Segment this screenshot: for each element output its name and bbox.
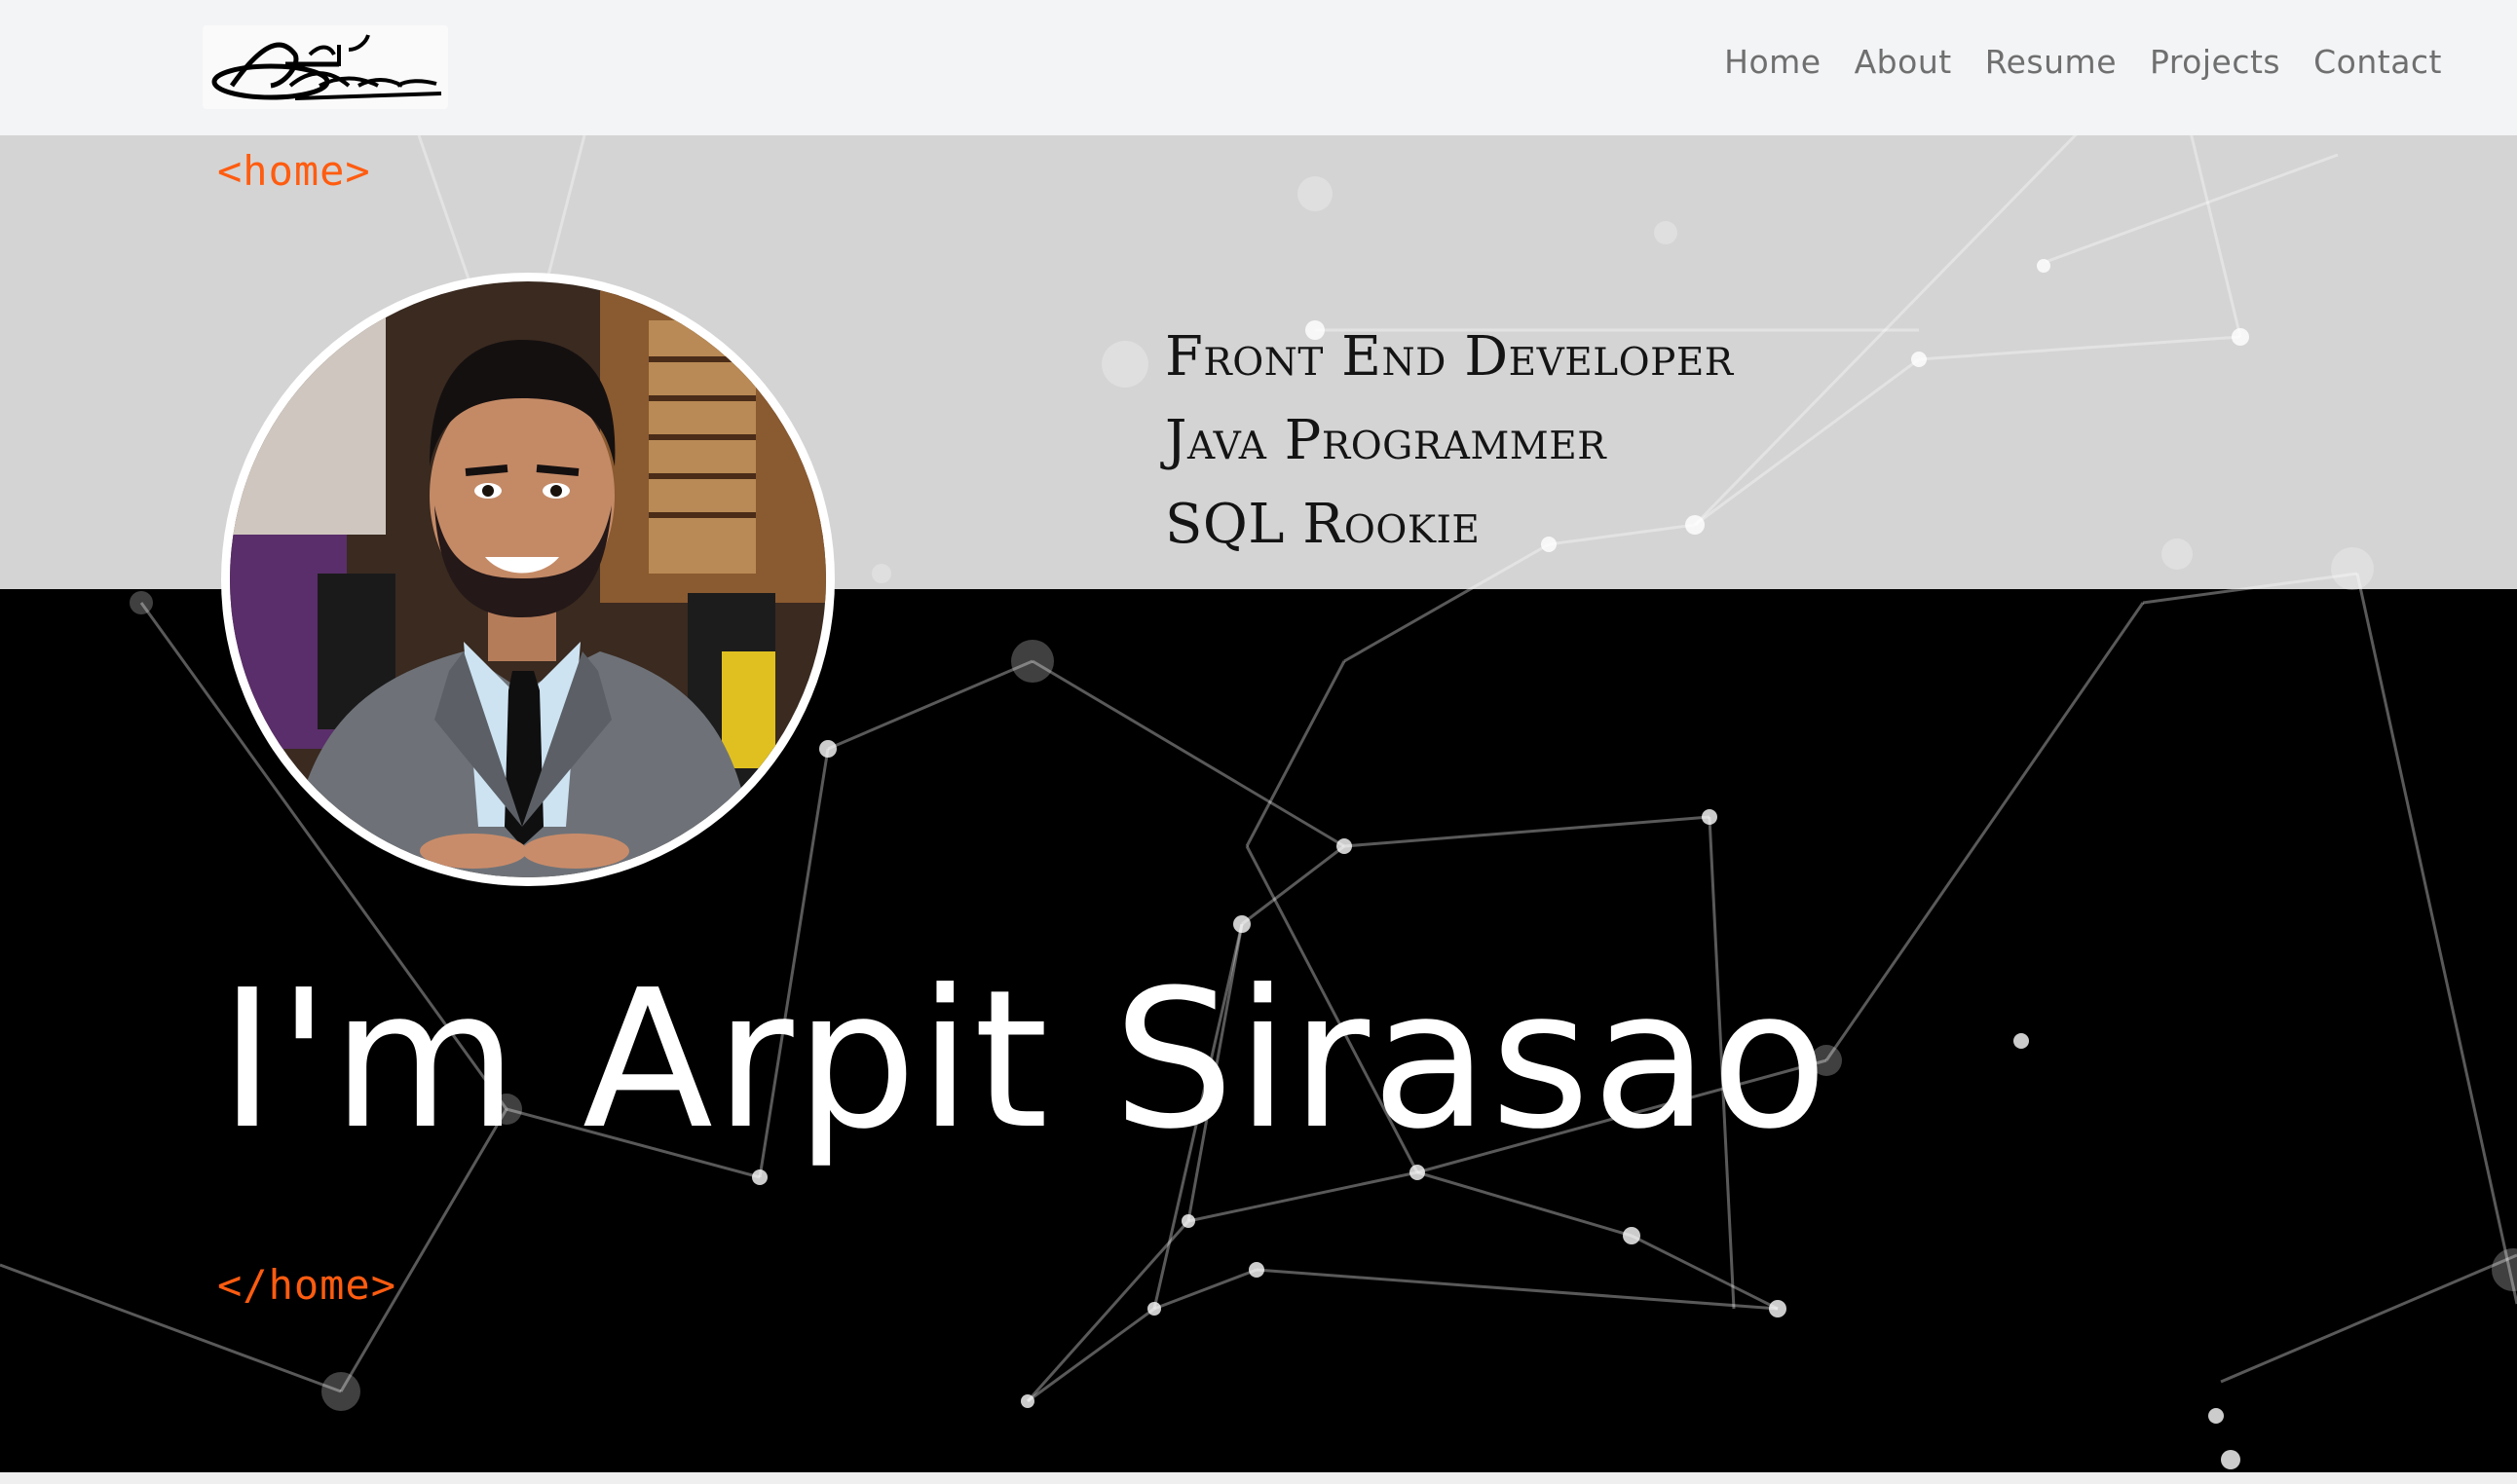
role-list: Front End Developer Java Programmer SQL … (1165, 315, 1734, 567)
signature-logo-graphic (211, 34, 442, 100)
role-front-end: Front End Developer (1165, 325, 1734, 389)
navbar: Home About Resume Projects Contact (0, 0, 2517, 135)
hero-headline: I'm Arpit Sirasao (219, 949, 1830, 1171)
hero-section: <home> Front End Developer Java Programm… (0, 135, 2517, 1472)
bottom-strip (0, 1472, 2517, 1484)
home-open-tag: <home> (217, 147, 371, 195)
role-sql: SQL Rookie (1165, 493, 1481, 556)
nav-projects[interactable]: Projects (2133, 43, 2297, 81)
site-logo[interactable] (203, 25, 448, 109)
nav-about[interactable]: About (1838, 43, 1969, 81)
nav-links: Home About Resume Projects Contact (1708, 43, 2459, 81)
nav-resume[interactable]: Resume (1969, 43, 2133, 81)
nav-contact[interactable]: Contact (2297, 43, 2459, 81)
profile-photo-graphic (230, 281, 826, 877)
nav-home[interactable]: Home (1708, 43, 1837, 81)
role-java: Java Programmer (1165, 409, 1607, 472)
profile-avatar (221, 273, 835, 886)
home-close-tag: </home> (217, 1261, 397, 1309)
